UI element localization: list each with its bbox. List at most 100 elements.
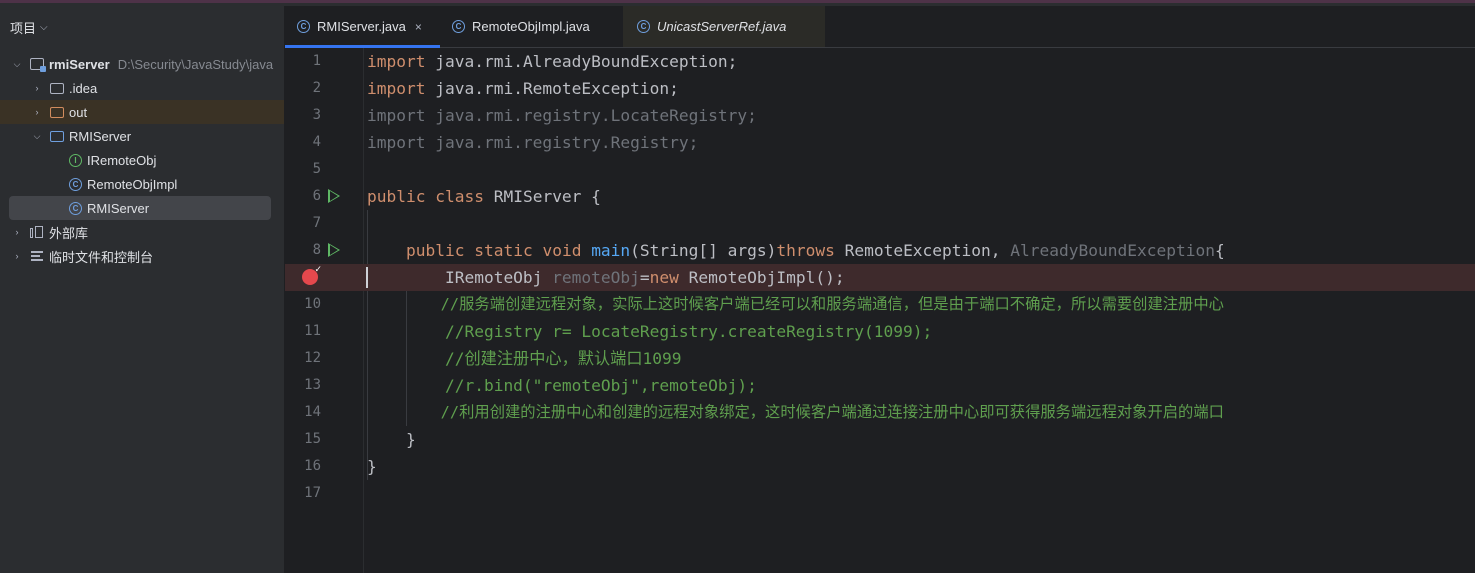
line-number: 10	[304, 296, 321, 312]
code-text: public static void main(String[] args)th…	[405, 241, 1225, 260]
line-number: 2	[312, 80, 321, 96]
code-line[interactable]: 16 }	[285, 453, 1475, 480]
project-view-selector[interactable]: 项目 ⌵	[10, 18, 48, 37]
line-number: 6	[312, 188, 321, 204]
line-number: 16	[304, 458, 321, 474]
class-icon: C	[637, 20, 650, 33]
code-text: }	[367, 457, 377, 476]
code-line[interactable]: 8 public static void main(String[] args)…	[285, 237, 1475, 264]
code-line[interactable]: 4 import java.rmi.registry.Registry;	[285, 129, 1475, 156]
line-number: 5	[312, 161, 321, 177]
tree-item-label: 外部库	[49, 225, 89, 241]
line-number: 1	[312, 53, 321, 69]
tree-item-label: RMIServer	[69, 128, 132, 144]
tree-item-idea[interactable]: › .idea	[0, 76, 284, 100]
module-icon	[30, 58, 46, 72]
chevron-down-icon[interactable]: ⌵	[12, 59, 22, 69]
project-tree: ⌵ rmiServer D:\Security\JavaStudy\java ›…	[0, 52, 284, 268]
code-line[interactable]: 1 import java.rmi.AlreadyBoundException;	[285, 48, 1475, 75]
line-number: 3	[312, 107, 321, 123]
tree-item-label: RMIServer	[87, 200, 150, 216]
run-icon[interactable]	[328, 189, 340, 203]
line-number: 7	[312, 215, 321, 231]
chevron-right-icon[interactable]: ›	[12, 227, 22, 237]
scratches-icon	[30, 250, 44, 262]
code-line[interactable]: 12 //创建注册中心，默认端口1099	[285, 345, 1475, 372]
code-text: //利用创建的注册中心和创建的远程对象绑定，这时候客户端通过连接注册中心即可获得…	[367, 403, 1224, 421]
line-number: 12	[304, 350, 321, 366]
tab-rmiserver-java[interactable]: C RMIServer.java ×	[285, 6, 440, 48]
tree-item-iremoteobj[interactable]: I IRemoteObj	[0, 148, 284, 172]
code-text: //创建注册中心，默认端口1099	[367, 349, 682, 368]
code-line[interactable]: 13 //r.bind("remoteObj",remoteObj);	[285, 372, 1475, 399]
code-text: //r.bind("remoteObj",remoteObj);	[367, 376, 757, 395]
class-icon: C	[452, 20, 465, 33]
tree-item-rmiserver-module[interactable]: ⌵ rmiServer D:\Security\JavaStudy\java	[0, 52, 284, 76]
code-text: import java.rmi.registry.LocateRegistry;	[367, 106, 757, 125]
line-number: 11	[304, 323, 321, 339]
tree-item-label: .idea	[69, 80, 98, 96]
title-accent-bar	[0, 0, 1475, 3]
tree-item-remoteobjimpl[interactable]: C RemoteObjImpl	[0, 172, 284, 196]
line-number: 8	[312, 242, 321, 258]
code-line[interactable]: 6 public class RMIServer {	[285, 183, 1475, 210]
code-text: //服务端创建远程对象，实际上这时候客户端已经可以和服务端通信，但是由于端口不确…	[367, 295, 1224, 313]
code-editor[interactable]: 1 import java.rmi.AlreadyBoundException;…	[285, 48, 1475, 573]
chevron-down-icon: ⌵	[40, 22, 48, 33]
chevron-right-icon[interactable]: ›	[32, 83, 42, 93]
run-icon[interactable]	[328, 243, 340, 257]
line-number: 14	[304, 404, 321, 420]
code-text: import java.rmi.registry.Registry;	[367, 133, 699, 152]
tab-unicastserverref-java[interactable]: C UnicastServerRef.java	[623, 6, 825, 47]
code-line[interactable]: 3 import java.rmi.registry.LocateRegistr…	[285, 102, 1475, 129]
code-text: }	[367, 430, 416, 449]
code-line[interactable]: 14 //利用创建的注册中心和创建的远程对象绑定，这时候客户端通过连接注册中心即…	[285, 399, 1475, 426]
tab-label: UnicastServerRef.java	[657, 19, 787, 34]
module-path: D:\Security\JavaStudy\java	[117, 56, 274, 72]
class-icon: C	[69, 177, 82, 191]
chevron-right-icon[interactable]: ›	[32, 107, 42, 117]
tree-item-rmiserver-class[interactable]: C RMIServer	[9, 196, 271, 220]
code-line[interactable]: 10 //服务端创建远程对象，实际上这时候客户端已经可以和服务端通信，但是由于端…	[285, 291, 1475, 318]
tab-remoteobjimpl-java[interactable]: C RemoteObjImpl.java	[440, 6, 623, 47]
tree-item-label: rmiServer	[49, 56, 110, 72]
line-number: 15	[304, 431, 321, 447]
tree-item-label: out	[69, 104, 88, 120]
breakpoint-icon[interactable]	[302, 264, 322, 285]
project-panel: 项目 ⌵ ⌵ rmiServer D:\Security\JavaStudy\j…	[0, 6, 285, 573]
line-number: 4	[312, 134, 321, 150]
tree-item-label: RemoteObjImpl	[87, 176, 178, 192]
code-text: import java.rmi.AlreadyBoundException;	[367, 52, 738, 71]
code-line[interactable]: 11 //Registry r= LocateRegistry.createRe…	[285, 318, 1475, 345]
code-line[interactable]: 2 import java.rmi.RemoteException;	[285, 75, 1475, 102]
code-line[interactable]: 17	[285, 480, 1475, 507]
source-folder-icon	[50, 130, 64, 142]
tab-label: RMIServer.java	[317, 19, 406, 34]
chevron-right-icon[interactable]: ›	[12, 251, 22, 261]
code-text: import java.rmi.RemoteException;	[367, 79, 679, 98]
line-number: 13	[304, 377, 321, 393]
code-line[interactable]: 15 }	[285, 426, 1475, 453]
tree-item-rmiserver-source[interactable]: ⌵ RMIServer	[0, 124, 284, 148]
code-text: public class RMIServer {	[367, 187, 601, 206]
line-number: 17	[304, 485, 321, 501]
code-text: IRemoteObj remoteObj=new RemoteObjImpl()…	[367, 268, 845, 287]
library-icon	[30, 226, 44, 238]
editor-tab-bar: C RMIServer.java × C RemoteObjImpl.java …	[285, 6, 1475, 48]
project-panel-title: 项目	[10, 21, 37, 36]
tree-item-scratches[interactable]: › 临时文件和控制台	[0, 244, 284, 268]
code-line[interactable]: 7	[285, 210, 1475, 237]
code-text: //Registry r= LocateRegistry.createRegis…	[367, 322, 933, 341]
code-line[interactable]: 5	[285, 156, 1475, 183]
folder-icon	[50, 82, 64, 94]
tree-item-out[interactable]: › out	[0, 100, 284, 124]
class-icon: C	[297, 20, 310, 33]
tree-item-label: IRemoteObj	[87, 152, 157, 168]
code-line-breakpoint[interactable]: IRemoteObj remoteObj=new RemoteObjImpl()…	[285, 264, 1475, 291]
close-icon[interactable]: ×	[415, 20, 422, 34]
interface-icon: I	[69, 153, 82, 167]
chevron-down-icon[interactable]: ⌵	[32, 131, 42, 141]
tree-item-external-libraries[interactable]: › 外部库	[0, 220, 284, 244]
tree-item-label: 临时文件和控制台	[49, 249, 154, 265]
tab-label: RemoteObjImpl.java	[472, 19, 590, 34]
